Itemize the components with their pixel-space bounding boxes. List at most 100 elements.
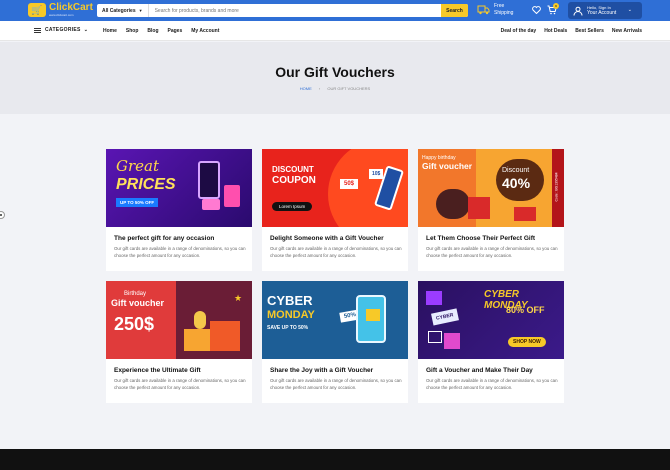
breadcrumb-home-link[interactable]: HOME (300, 86, 312, 91)
voucher-banner-image[interactable]: Happy birthday Gift voucher Discount 40%… (418, 149, 564, 227)
page-footer (0, 449, 670, 470)
banner-text: UP TO 50% OFF (116, 198, 159, 207)
breadcrumb-current: OUR GIFT VOUCHERS (327, 86, 371, 91)
voucher-banner-image[interactable]: DISCOUNT COUPON Lorem Ipsum 50$ 10$ (262, 149, 408, 227)
chevron-down-icon: ⌄ (83, 27, 89, 33)
gift-box-illustration (444, 333, 460, 349)
top-header-bar: 🛒 ClickCart www.clickcart.com All Catego… (0, 0, 670, 21)
account-label: Your Account (587, 9, 617, 16)
voucher-description: Our gift cards are available in a range … (426, 246, 558, 258)
nav-link-shop[interactable]: Shop (126, 28, 139, 34)
nav-link-best-sellers[interactable]: Best Sellers (575, 28, 604, 34)
voucher-title: Experience the Ultimate Gift (114, 367, 201, 374)
star-icon: ★ (234, 293, 243, 303)
voucher-banner-image[interactable]: Birthday Gift voucher 250$ ★ (106, 281, 252, 359)
free-shipping-info: Free Shipping (477, 3, 513, 16)
character-illustration (436, 189, 470, 219)
page-hero: Our Gift Vouchers HOME › OUR GIFT VOUCHE… (0, 42, 670, 114)
banner-text: Birthday (124, 291, 147, 297)
nav-link-deal-of-the-day[interactable]: Deal of the day (501, 28, 537, 34)
banner-text: CYBER (267, 293, 313, 308)
voucher-banner-image[interactable]: CYBER MONDAY 80% OFF SHOP NOW CYBER (418, 281, 564, 359)
page-title: Our Gift Vouchers (275, 64, 395, 80)
voucher-card[interactable]: CYBER MONDAY SAVE UP TO 50% 50% Share th… (262, 281, 408, 403)
account-button[interactable]: Hello, Sign In Your Account ⌄ (568, 2, 642, 19)
nav-link-new-arrivals[interactable]: New Arrivals (612, 28, 642, 34)
voucher-description: Our gift cards are available in a range … (270, 246, 402, 258)
banner-text: 80% OFF (506, 305, 545, 315)
banner-text: SAVE UP TO 50% (267, 325, 309, 331)
gift-box-illustration (184, 329, 210, 351)
voucher-card[interactable]: DISCOUNT COUPON Lorem Ipsum 50$ 10$ Deli… (262, 149, 408, 271)
side-widget-toggle[interactable] (0, 211, 5, 219)
user-icon (573, 6, 583, 16)
search-input[interactable] (148, 4, 441, 17)
voucher-card[interactable]: Happy birthday Gift voucher Discount 40%… (418, 149, 564, 271)
nav-link-hot-deals[interactable]: Hot Deals (544, 28, 567, 34)
chevron-down-icon: ▼ (138, 8, 143, 13)
search-button[interactable]: Search (441, 4, 468, 17)
breadcrumb: HOME › OUR GIFT VOUCHERS (0, 86, 670, 91)
logo-name: ClickCart (49, 2, 93, 13)
banner-text: CYBER (431, 308, 459, 326)
wishlist-heart-icon[interactable] (532, 6, 541, 14)
shop-now-button[interactable]: SHOP NOW (508, 337, 546, 347)
nav-link-home[interactable]: Home (103, 28, 117, 34)
voucher-title: The perfect gift for any occasion (114, 235, 215, 242)
voucher-description: Our gift cards are available in a range … (426, 378, 558, 390)
voucher-description: Our gift cards are available in a range … (270, 378, 402, 390)
search-category-select[interactable]: All Categories ▼ (97, 4, 149, 17)
voucher-description: Our gift cards are available in a range … (114, 246, 246, 258)
nav-link-my-account[interactable]: My Account (191, 28, 219, 34)
nav-link-pages[interactable]: Pages (168, 28, 183, 34)
banner-text: Great (116, 157, 160, 175)
chevron-down-icon: ⌄ (627, 7, 632, 13)
voucher-banner-image[interactable]: Great PRICES UP TO 50% OFF (106, 149, 252, 227)
phone-illustration (198, 161, 220, 199)
banner-text: PRICES (116, 176, 176, 193)
voucher-banner-image[interactable]: CYBER MONDAY SAVE UP TO 50% 50% (262, 281, 408, 359)
truck-icon (477, 5, 490, 15)
voucher-card[interactable]: CYBER MONDAY 80% OFF SHOP NOW CYBER Gift… (418, 281, 564, 403)
nav-links: Home Shop Blog Pages My Account (103, 28, 228, 34)
account-greeting: Hello, Sign In (587, 4, 611, 10)
voucher-code: Code : BG1395484 (554, 172, 559, 202)
voucher-card[interactable]: Great PRICES UP TO 50% OFF The perfect g… (106, 149, 252, 271)
voucher-title: Let Them Choose Their Perfect Gift (426, 235, 536, 242)
hamburger-menu-icon (34, 27, 41, 33)
coupon-tag: 50$ (340, 179, 359, 189)
search-category-label: All Categories (102, 7, 136, 14)
voucher-description: Our gift cards are available in a range … (114, 378, 246, 390)
voucher-card[interactable]: Birthday Gift voucher 250$ ★ Experience … (106, 281, 252, 403)
banner-text: 40% (502, 175, 531, 191)
banner-text: Lorem Ipsum (272, 202, 313, 211)
banner-text: DISCOUNT (272, 165, 314, 174)
categories-label: CATEGORIES (45, 27, 81, 33)
voucher-title: Share the Joy with a Gift Voucher (270, 367, 374, 374)
banner-text: COUPON (272, 175, 316, 186)
nav-promo-links: Deal of the day Hot Deals Best Sellers N… (493, 28, 642, 34)
gift-box-illustration (468, 197, 490, 219)
banner-text: Gift voucher (111, 298, 165, 308)
tshirt-illustration (426, 291, 442, 305)
categories-menu-button[interactable]: CATEGORIES ⌄ (34, 27, 88, 33)
gift-box-illustration (514, 207, 536, 221)
banner-text: Gift voucher (422, 161, 473, 171)
voucher-title: Delight Someone with a Gift Voucher (270, 235, 384, 242)
banner-text: Discount (502, 167, 530, 174)
voucher-title: Gift a Voucher and Make Their Day (426, 367, 533, 374)
coupon-tag: 10$ (369, 169, 384, 179)
cart-logo-icon: 🛒 (28, 3, 46, 17)
search-bar: All Categories ▼ Search (97, 4, 468, 17)
shopping-bag-illustration (224, 185, 240, 207)
cart-count-badge: 0 (553, 3, 559, 9)
breadcrumb-separator-icon: › (318, 86, 321, 91)
main-navigation: CATEGORIES ⌄ Home Shop Blog Pages My Acc… (0, 21, 670, 41)
shipping-label-line2: Shipping (494, 9, 514, 16)
banner-text: MONDAY (267, 309, 315, 321)
shopping-cart-illustration (366, 309, 380, 321)
shopping-cart-illustration (428, 331, 442, 343)
gift-box-illustration (210, 321, 240, 351)
site-logo[interactable]: 🛒 ClickCart www.clickcart.com (28, 3, 93, 17)
nav-link-blog[interactable]: Blog (147, 28, 158, 34)
